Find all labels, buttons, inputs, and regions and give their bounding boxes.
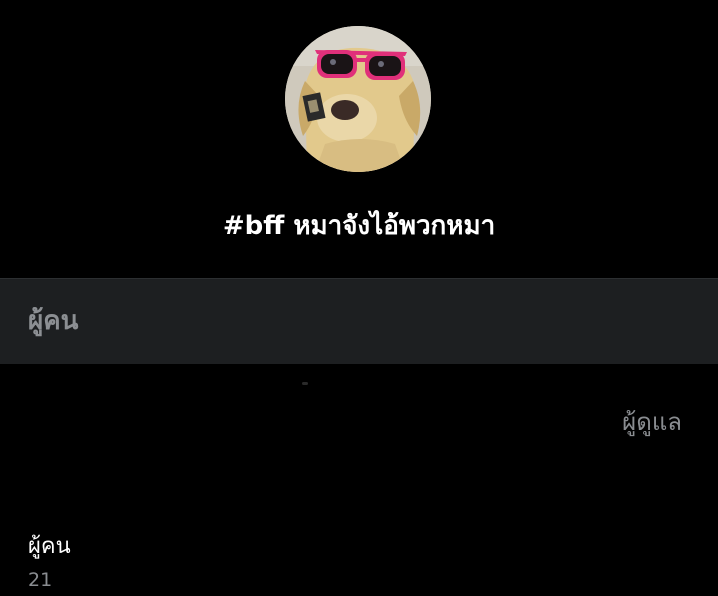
dog-with-sunglasses-icon	[285, 26, 431, 172]
people-section-header-label: ผู้คน	[28, 306, 79, 336]
people-section-header[interactable]: ผู้คน	[0, 278, 718, 364]
people-count: 21	[28, 569, 53, 591]
group-avatar[interactable]	[285, 26, 431, 172]
divider-dot	[302, 382, 308, 385]
admins-link[interactable]: ผู้ดูแล	[622, 402, 682, 442]
people-label[interactable]: ผู้คน	[28, 530, 71, 564]
group-title: #bff หมาจังไอ้พวกหมา	[222, 211, 496, 241]
